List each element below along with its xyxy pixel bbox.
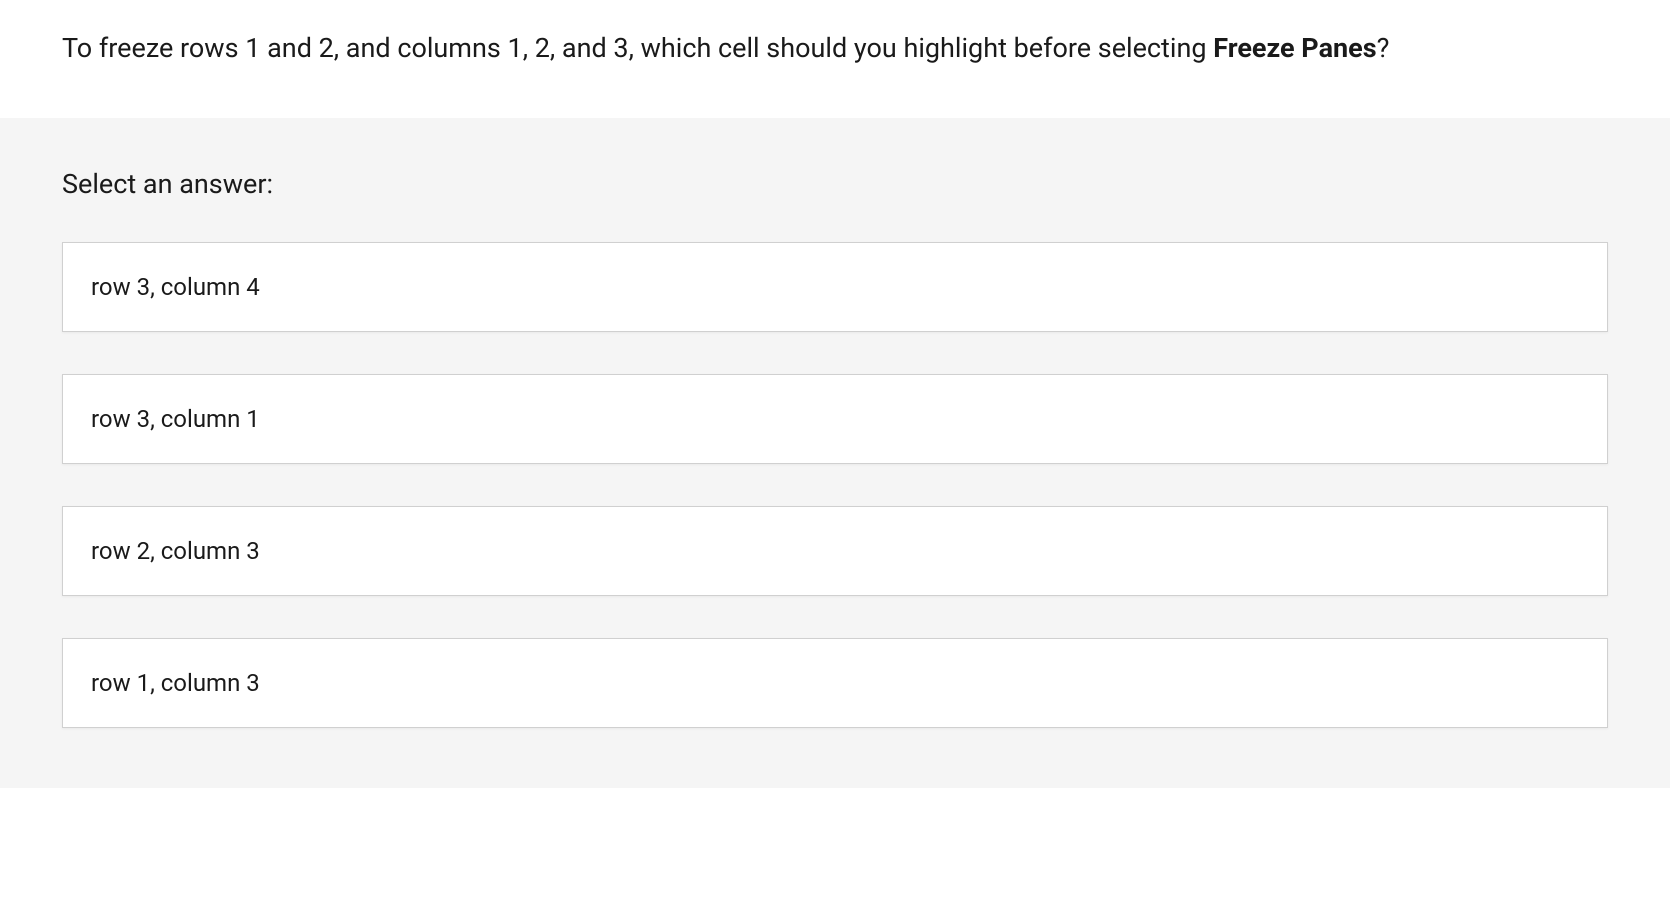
- question-suffix: ?: [1377, 32, 1390, 64]
- answers-section: Select an answer: row 3, column 4 row 3,…: [0, 118, 1670, 788]
- answer-option-2[interactable]: row 3, column 1: [62, 374, 1608, 464]
- answer-option-label: row 2, column 3: [91, 537, 260, 565]
- answer-option-1[interactable]: row 3, column 4: [62, 242, 1608, 332]
- answers-prompt: Select an answer:: [62, 168, 1608, 200]
- answer-option-label: row 3, column 4: [91, 273, 260, 301]
- answer-option-label: row 3, column 1: [91, 405, 260, 433]
- question-text: To freeze rows 1 and 2, and columns 1, 2…: [62, 28, 1608, 70]
- question-bold-term: Freeze Panes: [1213, 32, 1376, 64]
- question-section: To freeze rows 1 and 2, and columns 1, 2…: [0, 0, 1670, 118]
- answer-option-3[interactable]: row 2, column 3: [62, 506, 1608, 596]
- question-prefix: To freeze rows 1 and 2, and columns 1, 2…: [62, 32, 1213, 64]
- answer-option-4[interactable]: row 1, column 3: [62, 638, 1608, 728]
- answer-option-label: row 1, column 3: [91, 669, 260, 697]
